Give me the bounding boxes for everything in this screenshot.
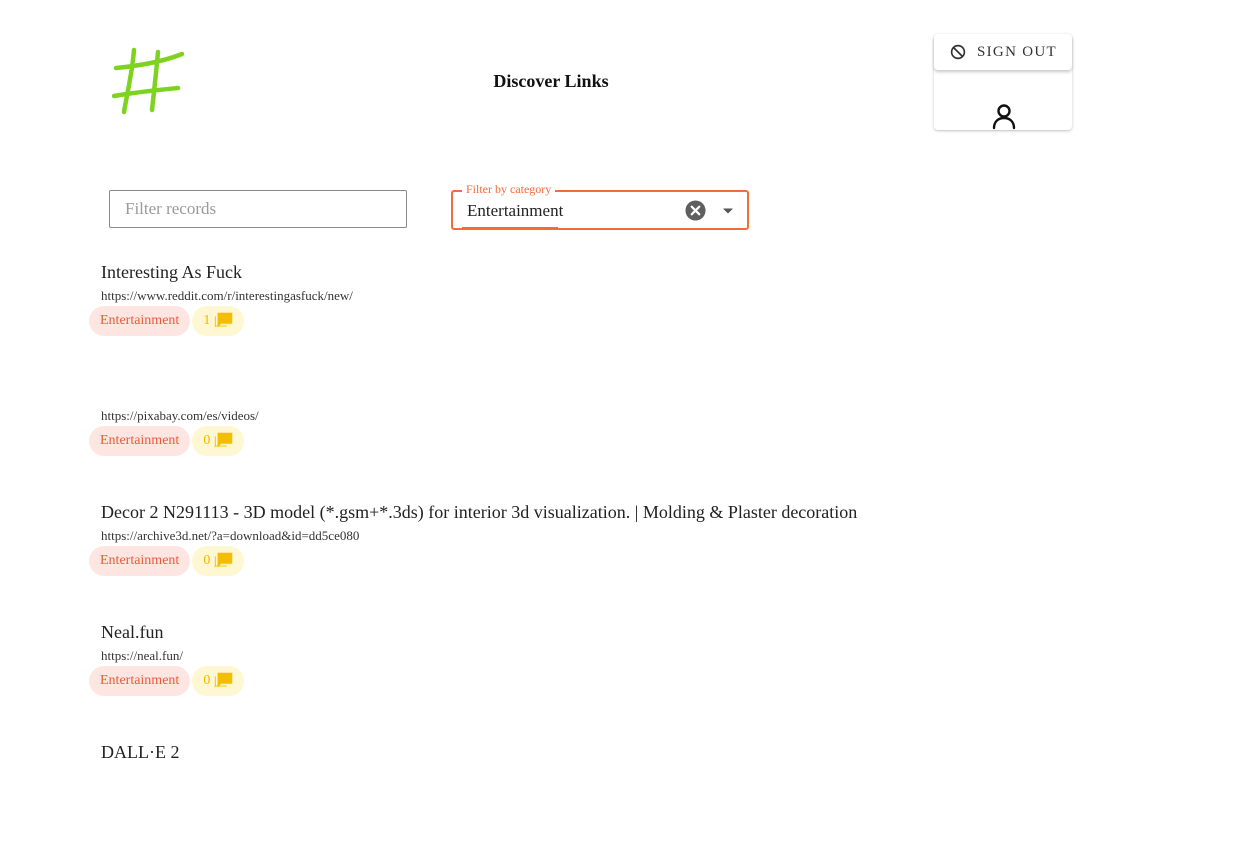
category-filter-select[interactable]: Filter by category Entertainment bbox=[451, 182, 749, 230]
list-item: DALL·E 2 bbox=[89, 738, 989, 858]
category-filter-value: Entertainment bbox=[467, 201, 564, 220]
record-title[interactable]: Decor 2 N291113 - 3D model (*.gsm+*.3ds)… bbox=[101, 502, 857, 523]
comment-count: 0 bbox=[203, 553, 211, 568]
record-badges: Entertainment 0 bbox=[89, 666, 245, 696]
list-item: https://pixabay.com/es/videos/ Entertain… bbox=[89, 378, 989, 498]
category-chip[interactable]: Entertainment bbox=[89, 306, 191, 336]
list-item: Interesting As Fuck https://www.reddit.c… bbox=[89, 258, 989, 378]
block-icon bbox=[950, 44, 966, 60]
user-icon[interactable] bbox=[991, 102, 1017, 130]
comment-count: 1 bbox=[203, 313, 211, 328]
sign-out-button[interactable]: SIGN OUT bbox=[934, 34, 1072, 70]
account-card: SIGN OUT bbox=[934, 34, 1072, 130]
hashtag-logo-icon bbox=[112, 47, 184, 115]
category-filter-label: Filter by category bbox=[462, 182, 556, 197]
list-item: Neal.fun https://neal.fun/ Entertainment… bbox=[89, 618, 989, 738]
comments-icon bbox=[215, 552, 233, 568]
comments-icon bbox=[215, 432, 233, 448]
records-list: Interesting As Fuck https://www.reddit.c… bbox=[89, 258, 989, 858]
comments-chip[interactable]: 1 bbox=[192, 306, 245, 336]
comments-icon bbox=[215, 312, 233, 328]
page-title: Discover Links bbox=[493, 71, 609, 91]
record-badges: Entertainment 1 bbox=[89, 306, 245, 336]
chevron-down-icon[interactable] bbox=[721, 204, 735, 218]
record-badges: Entertainment 0 bbox=[89, 426, 245, 456]
sign-out-label: SIGN OUT bbox=[977, 43, 1057, 60]
category-chip[interactable]: Entertainment bbox=[89, 546, 191, 576]
comment-count: 0 bbox=[203, 433, 211, 448]
category-filter-underline bbox=[462, 227, 558, 229]
record-url-link[interactable]: https://archive3d.net/?a=download&id=dd5… bbox=[101, 528, 359, 544]
list-item: Decor 2 N291113 - 3D model (*.gsm+*.3ds)… bbox=[89, 498, 989, 618]
filter-records-input[interactable] bbox=[109, 190, 407, 228]
record-url-link[interactable]: https://pixabay.com/es/videos/ bbox=[101, 408, 259, 424]
comments-chip[interactable]: 0 bbox=[192, 426, 245, 456]
comments-chip[interactable]: 0 bbox=[192, 666, 245, 696]
category-chip[interactable]: Entertainment bbox=[89, 426, 191, 456]
category-chip[interactable]: Entertainment bbox=[89, 666, 191, 696]
comments-icon bbox=[215, 672, 233, 688]
record-badges: Entertainment 0 bbox=[89, 546, 245, 576]
clear-icon[interactable] bbox=[685, 200, 706, 221]
comment-count: 0 bbox=[203, 673, 211, 688]
comments-chip[interactable]: 0 bbox=[192, 546, 245, 576]
record-url-link[interactable]: https://neal.fun/ bbox=[101, 648, 183, 664]
record-title[interactable]: Neal.fun bbox=[101, 622, 163, 643]
record-url-link[interactable]: https://www.reddit.com/r/interestingasfu… bbox=[101, 288, 353, 304]
record-title[interactable]: Interesting As Fuck bbox=[101, 262, 242, 283]
